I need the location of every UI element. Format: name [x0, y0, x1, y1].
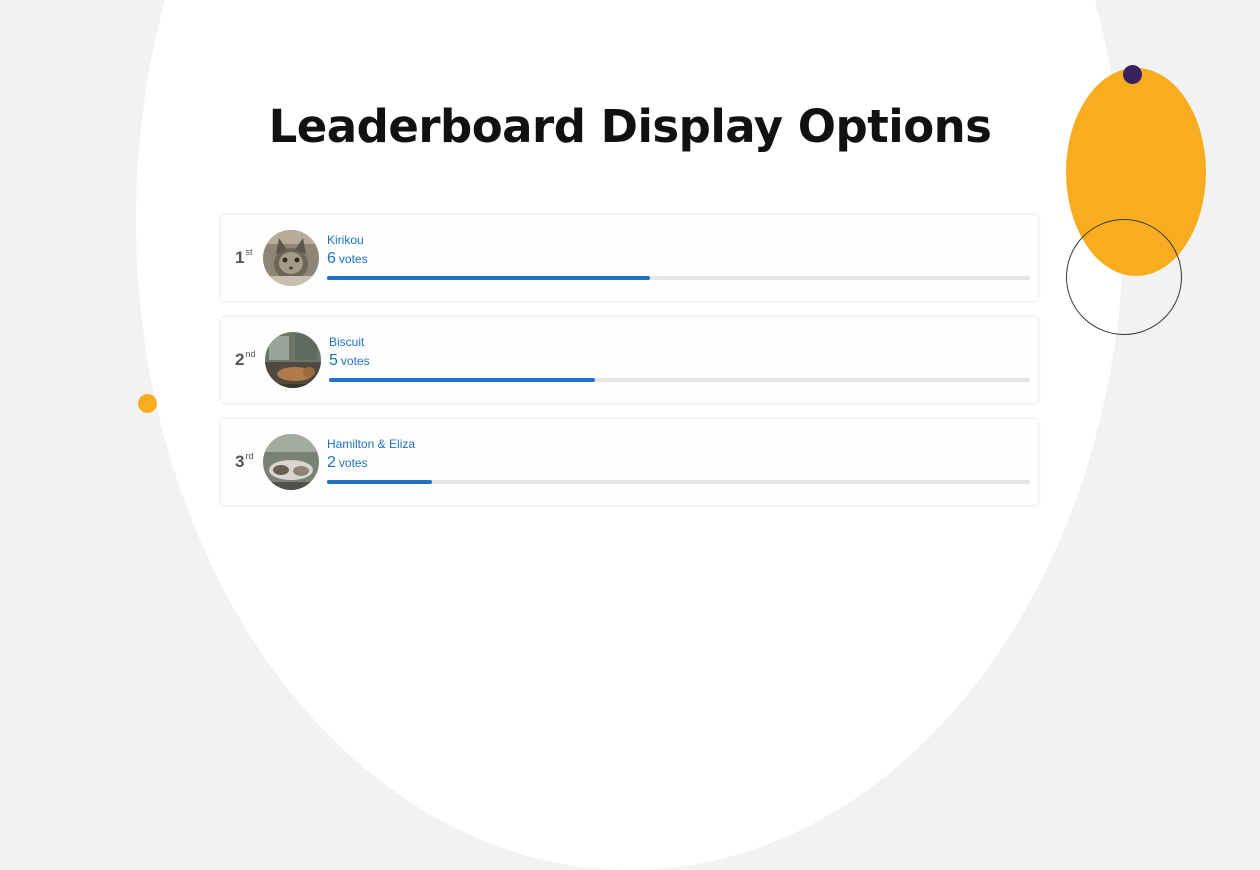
entry-name: Biscuit: [329, 335, 365, 349]
rank-label: 2nd: [235, 349, 256, 369]
vote-progress-bar: [327, 276, 1030, 280]
leaderboard-entry[interactable]: 1st Kirikou 6 votes: [221, 215, 1038, 301]
decorative-yellow-dot: [138, 394, 157, 413]
pets-photo-avatar: [263, 434, 319, 490]
dog-photo-avatar: [265, 332, 321, 388]
vote-progress-fill: [327, 480, 433, 484]
vote-progress-bar: [329, 378, 1030, 382]
vote-count: 2 votes: [327, 454, 368, 471]
vote-progress-bar: [327, 480, 1030, 484]
decorative-ring: [1066, 219, 1182, 335]
entry-name: Kirikou: [327, 233, 364, 247]
cat-photo-avatar: [263, 230, 319, 286]
page-title: Leaderboard Display Options: [268, 100, 992, 153]
vote-progress-fill: [327, 276, 651, 280]
leaderboard: 1st Kirikou 6 votes 2nd Biscuit 5 votes …: [221, 215, 1038, 521]
rank-label: 1st: [235, 247, 253, 267]
vote-count: 5 votes: [329, 352, 370, 369]
rank-label: 3rd: [235, 451, 254, 471]
leaderboard-entry[interactable]: 2nd Biscuit 5 votes: [221, 317, 1038, 403]
leaderboard-entry[interactable]: 3rd Hamilton & Eliza 2 votes: [221, 419, 1038, 505]
entry-name: Hamilton & Eliza: [327, 437, 416, 451]
decorative-purple-dot: [1123, 65, 1142, 84]
vote-progress-fill: [329, 378, 596, 382]
vote-count: 6 votes: [327, 250, 368, 267]
